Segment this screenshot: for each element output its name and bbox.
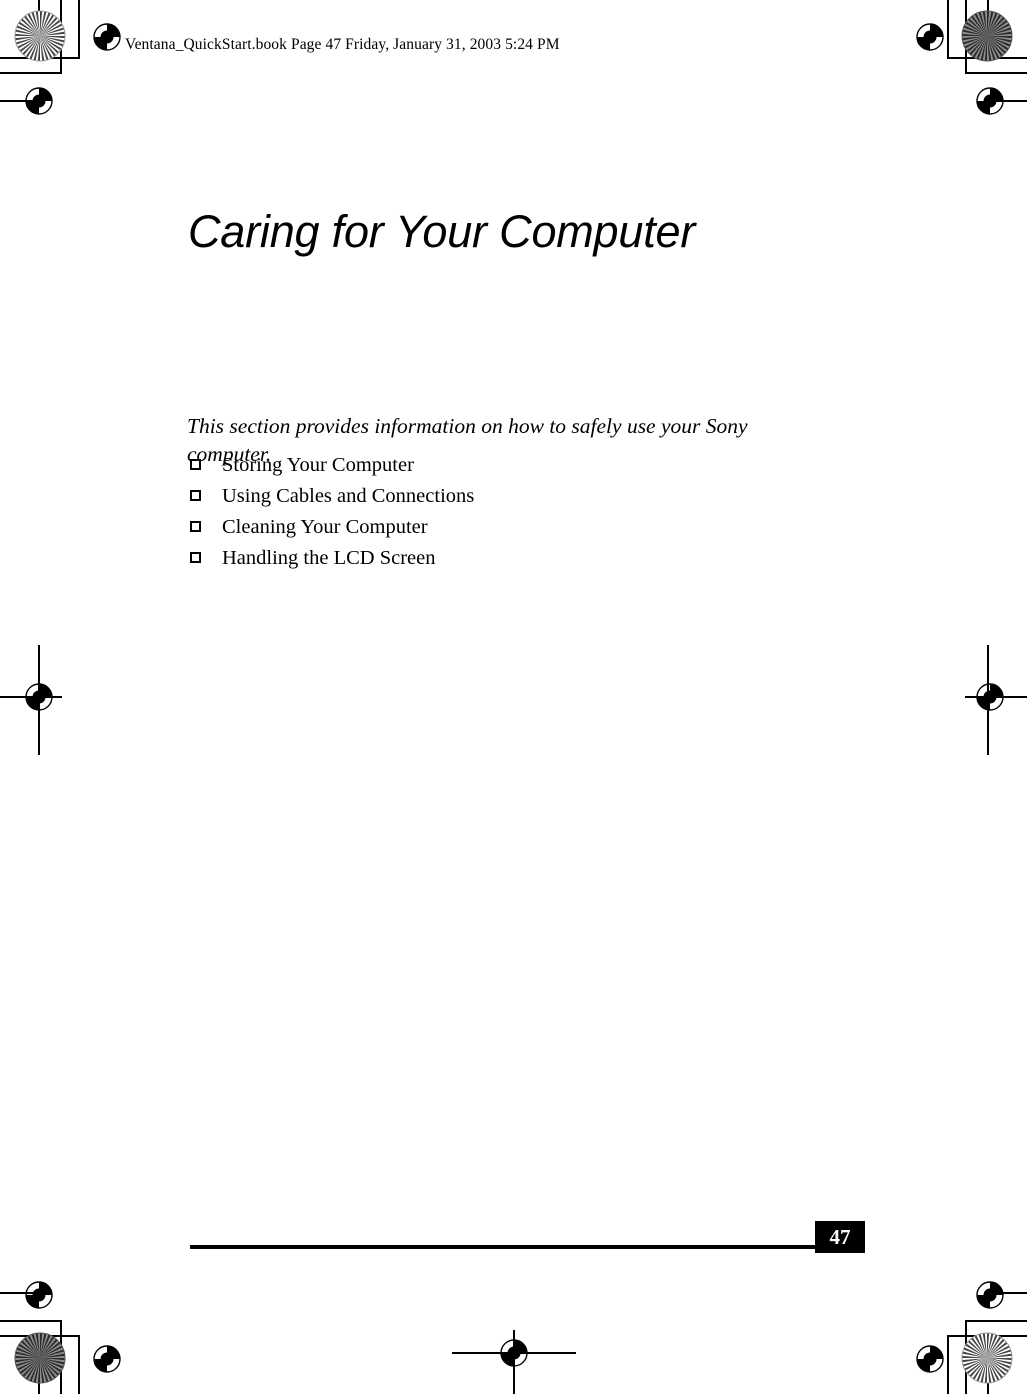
- star-target-bottom-left: [14, 1332, 66, 1384]
- list-item-label: Storing Your Computer: [222, 454, 414, 476]
- star-target-top-right: [961, 10, 1013, 62]
- registration-mark-bottom-right: [908, 1337, 952, 1381]
- hollow-square-bullet-icon: [190, 521, 201, 532]
- registration-mark-right-middle: [968, 675, 1012, 719]
- registration-mark-bottom-left-inner: [85, 1337, 129, 1381]
- list-item[interactable]: Handling the LCD Screen: [187, 543, 787, 574]
- list-item[interactable]: Using Cables and Connections: [187, 481, 787, 512]
- section-link-list: Storing Your Computer Using Cables and C…: [187, 450, 787, 574]
- registration-mark-top-left: [17, 79, 61, 123]
- page-title: Caring for Your Computer: [188, 206, 696, 258]
- registration-mark-top-right: [908, 15, 952, 59]
- registration-mark-bottom-center: [492, 1331, 536, 1375]
- crop-mark-line: [0, 1320, 62, 1322]
- hollow-square-bullet-icon: [190, 490, 201, 501]
- hollow-square-bullet-icon: [190, 459, 201, 470]
- registration-mark-top-right-inner: [968, 79, 1012, 123]
- proof-page: Ventana_QuickStart.book Page 47 Friday, …: [0, 0, 1027, 1394]
- registration-mark-left-middle: [17, 675, 61, 719]
- registration-mark-bottom-right-inner: [968, 1273, 1012, 1317]
- list-item-label: Handling the LCD Screen: [222, 547, 436, 569]
- crop-mark-line: [78, 0, 80, 57]
- book-header-slug: Ventana_QuickStart.book Page 47 Friday, …: [125, 36, 560, 53]
- star-target-bottom-right: [961, 1332, 1013, 1384]
- list-item[interactable]: Cleaning Your Computer: [187, 512, 787, 543]
- star-target-top-left: [14, 10, 66, 62]
- page-number: 47: [815, 1221, 865, 1253]
- registration-mark-top-left-inner: [85, 15, 129, 59]
- list-item-label: Cleaning Your Computer: [222, 516, 428, 538]
- crop-mark-line: [965, 1320, 1027, 1322]
- crop-mark-line: [965, 72, 1027, 74]
- registration-mark-bottom-left: [17, 1273, 61, 1317]
- crop-mark-line: [78, 1337, 80, 1394]
- hollow-square-bullet-icon: [190, 552, 201, 563]
- crop-mark-line: [0, 72, 62, 74]
- footer-rule: [190, 1245, 817, 1249]
- list-item-label: Using Cables and Connections: [222, 485, 475, 507]
- list-item[interactable]: Storing Your Computer: [187, 450, 787, 481]
